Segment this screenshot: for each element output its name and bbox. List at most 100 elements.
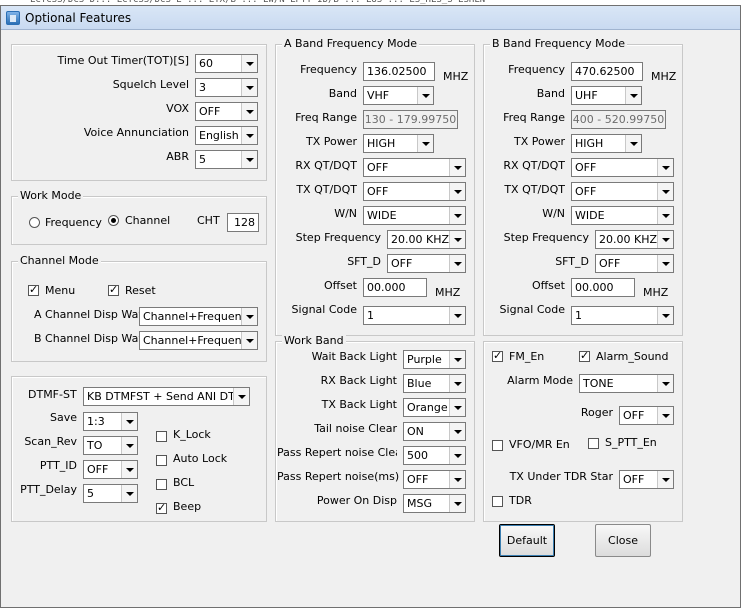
a-tx-power-select[interactable]: HIGH (363, 134, 434, 153)
k-lock-checkbox[interactable] (156, 431, 167, 442)
work-band-title: Work Band (282, 334, 346, 348)
b-sft-select[interactable]: OFF (595, 254, 674, 273)
a-tx-power-value: HIGH (367, 137, 396, 150)
window-title: Optional Features (25, 10, 132, 25)
b-tx-power-select[interactable]: HIGH (571, 134, 642, 153)
b-band-select[interactable]: UHF (571, 86, 642, 105)
chevron-down-icon (449, 423, 465, 440)
wait-back-light-label: Wait Back Light (311, 350, 397, 363)
vfo-mr-checkbox[interactable] (492, 440, 503, 451)
chevron-down-icon (625, 87, 641, 104)
tail-noise-select[interactable]: ON (403, 422, 466, 441)
a-wn-select[interactable]: WIDE (363, 206, 466, 225)
alarm-mode-select[interactable]: TONE (579, 374, 674, 393)
a-disp-label: A Channel Disp Way (34, 308, 145, 321)
a-wn-value: WIDE (367, 209, 397, 222)
voice-select[interactable]: English (195, 126, 258, 145)
a-band-select[interactable]: VHF (363, 86, 434, 105)
b-tx-qt-select[interactable]: OFF (571, 182, 674, 201)
b-offset-input[interactable]: 00.000 (571, 278, 635, 297)
tdr-star-select[interactable]: OFF (619, 470, 674, 489)
chevron-down-icon (657, 207, 673, 224)
chevron-down-icon (121, 461, 137, 478)
ptt-id-value: OFF (87, 463, 109, 476)
beep-checkbox[interactable] (156, 501, 167, 515)
a-frequency-unit: MHZ (443, 70, 469, 83)
b-disp-select[interactable]: Channel+Frequency (139, 331, 258, 350)
a-offset-input[interactable]: 00.000 (363, 278, 427, 297)
b-step-select[interactable]: 20.00 KHZ (595, 230, 674, 249)
power-on-disp-select[interactable]: MSG (403, 494, 466, 513)
chevron-down-icon (241, 79, 257, 96)
a-disp-select[interactable]: Channel+Frequency (139, 307, 258, 326)
a-sft-select[interactable]: OFF (387, 254, 466, 273)
tdr-checkbox[interactable] (492, 496, 503, 507)
tx-back-light-value: Orange (407, 401, 448, 414)
a-frequency-input[interactable]: 136.02500 (363, 62, 435, 81)
chevron-down-icon (241, 127, 257, 144)
ptt-delay-select[interactable]: 5 (83, 484, 138, 503)
cht-label: CHT (197, 214, 220, 227)
cht-input[interactable]: 128 (227, 213, 259, 232)
b-tx-qt-value: OFF (575, 185, 597, 198)
b-offset-label: Offset (531, 279, 565, 292)
tx-back-light-label: TX Back Light (321, 398, 397, 411)
scan-rev-select[interactable]: TO (83, 436, 138, 455)
cht-value: 128 (234, 216, 255, 229)
a-range-label: Freq Range (295, 111, 357, 124)
repert-ms-select[interactable]: OFF (403, 470, 466, 489)
b-rx-qt-select[interactable]: OFF (571, 158, 674, 177)
abr-select[interactable]: 5 (195, 150, 258, 169)
b-wn-select[interactable]: WIDE (571, 206, 674, 225)
default-button[interactable]: Default (499, 524, 555, 557)
vox-select[interactable]: OFF (195, 102, 258, 121)
a-step-select[interactable]: 20.00 KHZ (387, 230, 466, 249)
ptt-id-select[interactable]: OFF (83, 460, 138, 479)
title-bar[interactable]: Optional Features (1, 6, 740, 30)
a-rx-qt-select[interactable]: OFF (363, 158, 466, 177)
auto-lock-checkbox[interactable] (156, 455, 167, 466)
reset-checkbox[interactable] (108, 283, 119, 297)
tx-back-light-select[interactable]: Orange (403, 398, 466, 417)
close-button[interactable]: Close (595, 524, 651, 557)
channel-radio[interactable] (108, 215, 119, 226)
chevron-down-icon (657, 307, 673, 324)
a-tx-qt-select[interactable]: OFF (363, 182, 466, 201)
alarm-sound-label: Alarm_Sound (596, 350, 669, 363)
chevron-down-icon (657, 407, 673, 424)
chevron-down-icon (657, 471, 673, 488)
menu-checkbox[interactable] (28, 283, 39, 297)
squelch-select[interactable]: 3 (195, 78, 258, 97)
chevron-down-icon (657, 255, 673, 272)
rx-back-light-select[interactable]: Blue (403, 374, 466, 393)
frequency-radio[interactable] (29, 217, 40, 228)
repert-noise-select[interactable]: 500 (403, 446, 466, 465)
wait-back-light-select[interactable]: Purple (403, 350, 466, 369)
save-select[interactable]: 1:3 (83, 412, 138, 431)
b-frequency-input[interactable]: 470.62500 (571, 62, 643, 81)
fm-en-checkbox[interactable] (492, 349, 503, 363)
b-rx-qt-label: RX QT/DQT (503, 159, 565, 172)
roger-select[interactable]: OFF (619, 406, 674, 425)
chevron-down-icon (449, 495, 465, 512)
power-on-disp-value: MSG (407, 497, 432, 510)
save-label: Save (49, 411, 77, 424)
bcl-checkbox[interactable] (156, 479, 167, 490)
tot-select[interactable]: 60 (195, 54, 258, 73)
chevron-down-icon (121, 413, 137, 430)
dtmf-st-select[interactable]: KB DTMFST + Send ANI DTM (83, 387, 250, 406)
abr-value: 5 (199, 153, 206, 166)
tail-noise-value: ON (407, 425, 424, 438)
channel-radio-label: Channel (125, 214, 171, 227)
chevron-down-icon (449, 255, 465, 272)
roger-label: Roger (580, 406, 613, 419)
alarm-sound-checkbox[interactable] (579, 349, 590, 363)
a-signal-select[interactable]: 1 (363, 306, 466, 325)
b-range-field: 400 - 520.99750 (571, 110, 666, 129)
b-frequency-unit: MHZ (651, 70, 677, 83)
a-range-value: 130 - 179.99750 (364, 113, 457, 126)
a-band-label: Band (328, 87, 357, 100)
s-ptt-checkbox[interactable] (588, 438, 599, 449)
optional-features-window: Optional Features Time Out Timer(TOT)[S]… (0, 5, 741, 608)
b-signal-select[interactable]: 1 (571, 306, 674, 325)
